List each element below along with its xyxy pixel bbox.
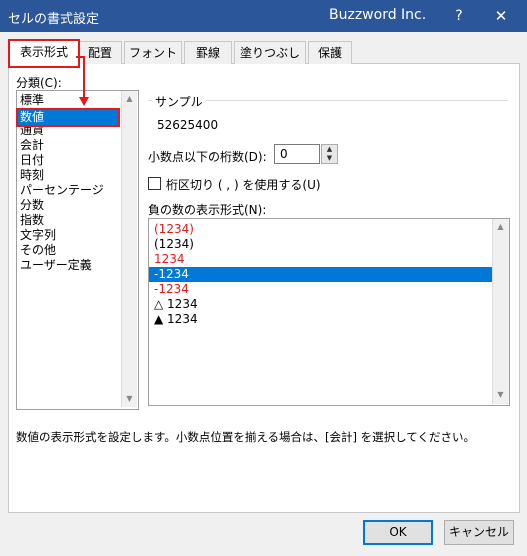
tab-fill[interactable]: 塗りつぶし bbox=[234, 41, 306, 64]
negative-option[interactable]: (1234) bbox=[149, 222, 492, 237]
negative-numbers-list[interactable]: (1234) (1234) 1234 -1234 -1234 △ 1234 ▲ … bbox=[148, 218, 510, 406]
negative-option[interactable]: 1234 bbox=[149, 252, 492, 267]
negative-scrollbar[interactable]: ▲ ▼ bbox=[492, 219, 509, 404]
decimal-places-spinner[interactable]: ▲ ▼ bbox=[321, 144, 338, 164]
category-item-date[interactable]: 日付 bbox=[20, 153, 44, 168]
negative-option[interactable]: -1234 bbox=[149, 282, 492, 297]
category-label: 分類(C): bbox=[16, 76, 62, 90]
scroll-down-icon[interactable]: ▼ bbox=[493, 387, 508, 402]
category-item-text[interactable]: 文字列 bbox=[20, 228, 56, 243]
scroll-up-icon[interactable]: ▲ bbox=[122, 91, 137, 106]
negative-option-selected[interactable]: -1234 bbox=[149, 267, 492, 282]
category-item-fraction[interactable]: 分数 bbox=[20, 198, 44, 213]
thousands-separator-label[interactable]: 桁区切り ( , ) を使用する(U) bbox=[166, 176, 321, 193]
negative-numbers-label: 負の数の表示形式(N): bbox=[148, 203, 267, 217]
tab-alignment[interactable]: 配置 bbox=[78, 41, 122, 64]
spin-down-icon[interactable]: ▼ bbox=[322, 154, 337, 163]
tab-protection[interactable]: 保護 bbox=[308, 41, 352, 64]
app-title: Buzzword Inc. bbox=[329, 7, 427, 23]
scroll-up-icon[interactable]: ▲ bbox=[493, 219, 508, 234]
format-description: 数値の表示形式を設定します。小数点位置を揃える場合は、[会計] を選択してくださ… bbox=[16, 430, 475, 444]
category-item-accounting[interactable]: 会計 bbox=[20, 138, 44, 153]
decimal-places-label: 小数点以下の桁数(D): bbox=[148, 150, 267, 164]
negative-option[interactable]: ▲ 1234 bbox=[149, 312, 492, 327]
category-item-general[interactable]: 標準 bbox=[20, 93, 44, 108]
category-scrollbar[interactable]: ▲ ▼ bbox=[121, 91, 137, 407]
cancel-button[interactable]: キャンセル bbox=[444, 520, 514, 545]
decimal-places-input[interactable]: 0 bbox=[274, 144, 320, 164]
sample-value: 52625400 bbox=[157, 118, 219, 132]
category-item-number-label: 数値 bbox=[20, 110, 45, 124]
spin-up-icon[interactable]: ▲ bbox=[322, 145, 337, 154]
window-title: セルの書式設定 bbox=[8, 12, 100, 27]
thousands-separator-checkbox[interactable] bbox=[148, 177, 161, 190]
category-item-scientific[interactable]: 指数 bbox=[20, 213, 44, 228]
close-button[interactable]: ✕ bbox=[488, 5, 514, 27]
negative-option[interactable]: (1234) bbox=[149, 237, 492, 252]
category-item-time[interactable]: 時刻 bbox=[20, 168, 44, 183]
tab-font[interactable]: フォント bbox=[124, 41, 182, 64]
category-item-special[interactable]: その他 bbox=[20, 243, 56, 258]
category-item-percentage[interactable]: パーセンテージ bbox=[20, 183, 104, 198]
help-button[interactable]: ? bbox=[446, 5, 472, 27]
sample-label: サンプル bbox=[152, 93, 206, 110]
scroll-down-icon[interactable]: ▼ bbox=[122, 391, 137, 406]
category-item-number[interactable]: 数値 bbox=[16, 108, 120, 127]
tab-border[interactable]: 罫線 bbox=[184, 41, 232, 64]
category-item-custom[interactable]: ユーザー定義 bbox=[20, 258, 92, 273]
negative-option[interactable]: △ 1234 bbox=[149, 297, 492, 312]
tab-number-format[interactable]: 表示形式 bbox=[8, 39, 80, 68]
ok-button[interactable]: OK bbox=[363, 520, 433, 545]
